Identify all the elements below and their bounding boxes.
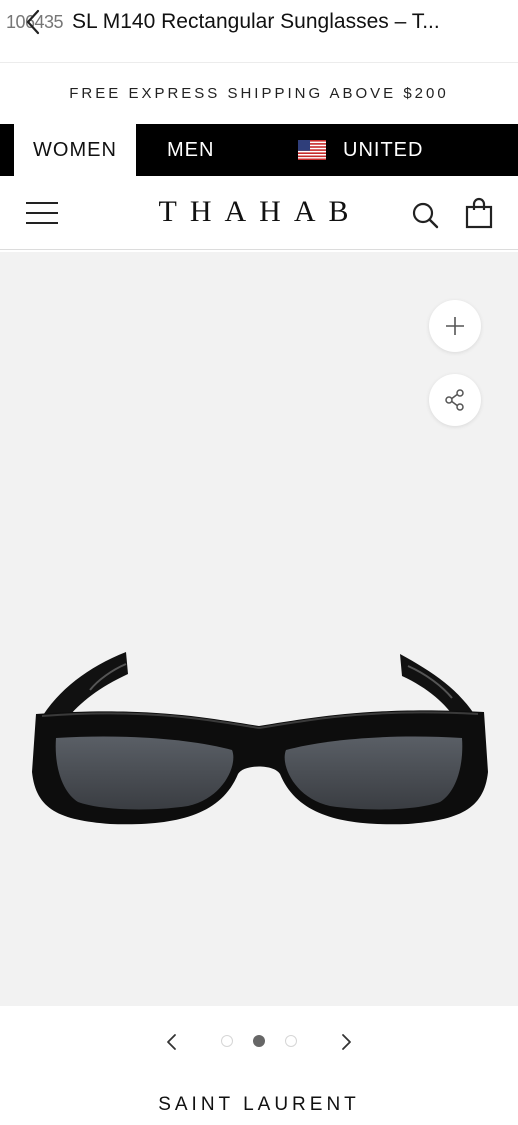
chevron-right-icon[interactable] (338, 1032, 354, 1052)
site-header: THAHAB (0, 177, 518, 250)
pager-dot-active[interactable] (253, 1035, 265, 1047)
country-label: UNITED (343, 138, 424, 161)
tab-men[interactable]: MEN (167, 124, 214, 176)
product-gallery[interactable] (0, 252, 518, 1006)
us-flag-icon (298, 140, 326, 160)
browser-title-bar: 106435 SL M140 Rectangular Sunglasses – … (0, 0, 518, 63)
pager-dot[interactable] (221, 1035, 233, 1047)
back-arrow-icon[interactable] (22, 8, 46, 36)
gallery-pager (0, 1018, 518, 1066)
product-image[interactable] (28, 642, 490, 842)
shopping-bag-icon[interactable] (465, 197, 493, 229)
tab-women[interactable]: WOMEN (14, 124, 136, 176)
site-logo[interactable]: THAHAB (150, 195, 370, 229)
search-icon[interactable] (411, 201, 439, 229)
gender-country-bar: WOMEN MEN UNITED (0, 124, 518, 176)
product-brand[interactable]: SAINT LAURENT (0, 1094, 518, 1116)
chevron-left-icon[interactable] (164, 1032, 180, 1052)
share-icon (445, 389, 464, 411)
plus-icon (446, 317, 464, 335)
shipping-banner: FREE EXPRESS SHIPPING ABOVE $200 (0, 63, 518, 123)
country-selector[interactable]: UNITED (298, 124, 423, 176)
menu-icon[interactable] (26, 201, 58, 225)
share-button[interactable] (429, 374, 481, 426)
page-title: SL M140 Rectangular Sunglasses – T... (72, 10, 440, 33)
zoom-button[interactable] (429, 300, 481, 352)
pager-dot[interactable] (285, 1035, 297, 1047)
